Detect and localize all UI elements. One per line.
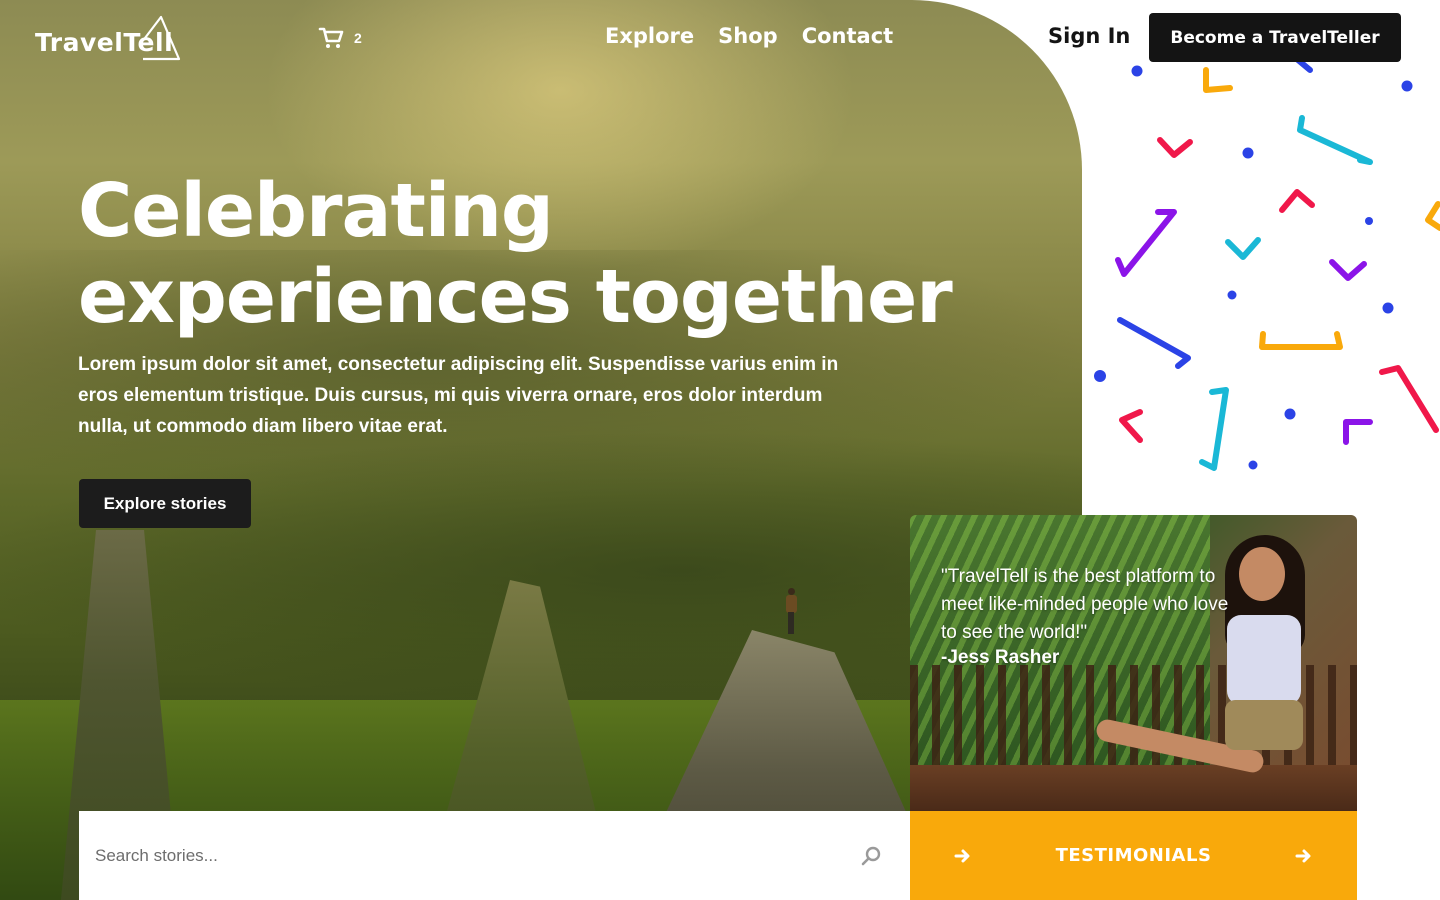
testimonials-bar: TESTIMONIALS [910,811,1357,900]
triangle-logo-icon [143,15,181,61]
logo[interactable]: TravelTell [35,14,185,62]
cart-icon [318,27,344,48]
search-icon[interactable] [860,845,882,867]
testimonial-author: -Jess Rasher [941,647,1060,668]
testimonials-label[interactable]: TESTIMONIALS [1056,845,1212,866]
headline-line-1: Celebrating [78,168,554,254]
main-nav: Explore Shop Contact [605,24,893,48]
cart-button[interactable]: 2 [318,26,362,50]
testimonial-quote: "TravelTell is the best platform to meet… [941,566,1229,643]
headline-line-2: experiences together [78,254,953,340]
explore-stories-button[interactable]: Explore stories [79,479,251,528]
nav-contact-link[interactable]: Contact [802,24,894,48]
nav-shop-link[interactable]: Shop [718,24,778,48]
hero-headline: Celebrating experiences together [78,168,978,340]
search-bar [79,811,910,900]
search-input[interactable] [95,845,860,866]
cart-count-badge: 2 [354,30,362,46]
arrow-right-icon[interactable] [954,847,972,865]
sign-in-link[interactable]: Sign In [1048,24,1130,48]
become-traveller-button[interactable]: Become a TravelTeller [1149,13,1401,62]
hero-subtext: Lorem ipsum dolor sit amet, consectetur … [78,354,839,437]
nav-explore-link[interactable]: Explore [605,24,694,48]
testimonial-card: "TravelTell is the best platform to meet… [910,515,1357,811]
arrow-right-icon[interactable] [1295,847,1313,865]
hiker-figure [785,588,797,636]
